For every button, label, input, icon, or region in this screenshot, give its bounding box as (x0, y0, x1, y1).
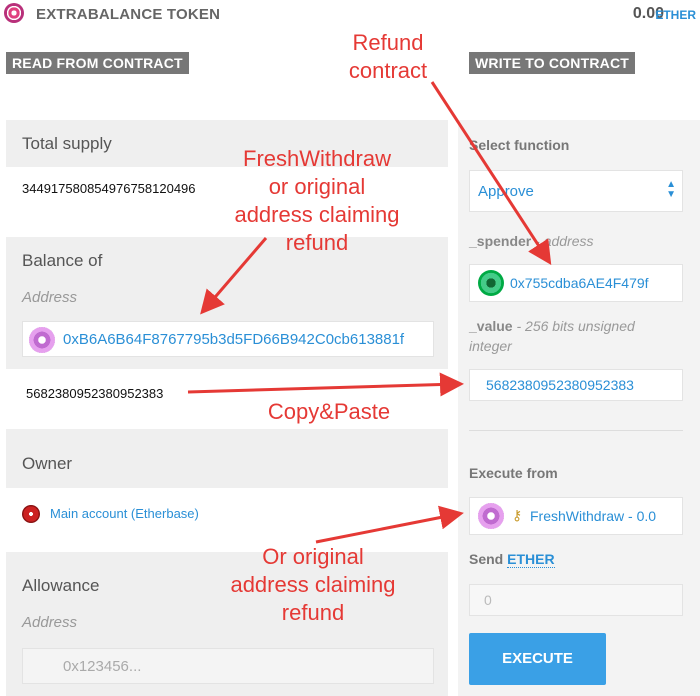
total-supply-value: 3449175808549767581204​96 (22, 181, 196, 196)
balance-of-address-input[interactable]: 0xB6A6B64F8767795b3d5FD66B942C0cb613881f (22, 321, 434, 357)
execute-from-value: FreshWithdraw - 0.0 (530, 508, 657, 524)
balance-of-label: Balance of (22, 251, 103, 270)
send-unit-toggle[interactable]: ETHER (507, 551, 555, 568)
balance-of-result: 5682380952380952383 (26, 386, 164, 401)
annotation-or-original: Or original address claiming refund (230, 544, 396, 625)
spender-value: 0x755cdba6AE4F479f (510, 275, 649, 291)
divider (469, 430, 683, 431)
annotation-refund-contract: Refund contract (348, 30, 428, 83)
read-section-label: READ FROM CONTRACT (6, 52, 189, 74)
send-label: Send ETHER (469, 551, 555, 568)
spender-identicon (478, 270, 504, 296)
owner-identicon (22, 505, 40, 523)
execute-from-select[interactable]: ⚷ FreshWithdraw - 0.0 (469, 497, 683, 535)
write-section-label: WRITE TO CONTRACT (469, 52, 636, 74)
balance-unit[interactable]: ETHER (655, 8, 696, 22)
execute-button[interactable]: EXECUTE (469, 633, 606, 685)
dropdown-arrows-icon: ▲ ▼ (666, 179, 676, 200)
value-value: 5682380952380952383 (486, 377, 634, 393)
send-amount-input[interactable]: 0 (469, 584, 683, 616)
balance-of-address-value: 0xB6A6B64F8767795b3d5FD66B942C0cb613881f (63, 331, 405, 348)
value-label: _value - 256 bits unsigned integer (469, 318, 635, 354)
token-icon (4, 3, 24, 23)
execute-from-identicon (478, 503, 504, 529)
value-input[interactable]: 5682380952380952383 (469, 369, 683, 401)
address-identicon (29, 327, 55, 353)
total-supply-label: Total supply (22, 134, 112, 153)
token-title: EXTRABALANCE TOKEN (36, 6, 221, 23)
allowance-address-label: Address (22, 614, 78, 631)
allowance-address-placeholder: 0x123456... (63, 658, 142, 675)
owner-label: Owner (22, 454, 73, 473)
select-function-dropdown[interactable]: Approve ▲ ▼ (469, 170, 683, 212)
balance-of-address-label: Address (22, 289, 78, 306)
spender-input[interactable]: 0x755cdba6AE4F479f (469, 264, 683, 302)
allowance-address-input[interactable]: 0x123456... (22, 648, 434, 684)
key-icon: ⚷ (512, 507, 523, 523)
annotation-freshwithdraw: FreshWithdraw or original address claimi… (234, 146, 400, 255)
annotation-copy-paste: Copy&Paste (267, 399, 391, 424)
execute-from-label: Execute from (469, 465, 558, 481)
select-function-value: Approve (478, 183, 534, 200)
allowance-label: Allowance (22, 576, 100, 595)
send-amount-value: 0 (484, 592, 492, 608)
owner-account-link[interactable]: Main account (Etherbase) (50, 506, 199, 521)
spender-label: _spender - address (469, 233, 594, 249)
select-function-label: Select function (469, 137, 570, 153)
